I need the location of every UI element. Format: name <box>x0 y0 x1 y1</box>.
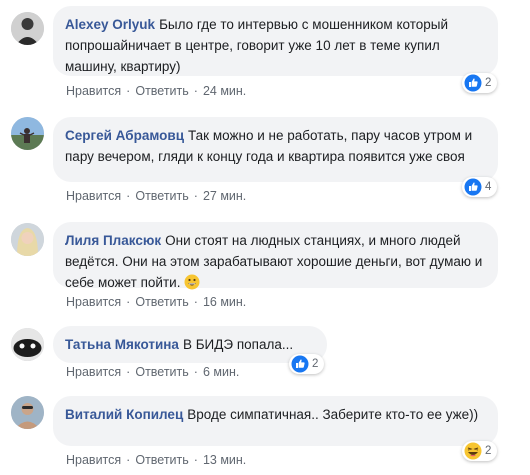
comment-time[interactable]: 16 мин. <box>203 295 246 309</box>
separator: · <box>193 365 198 379</box>
comment-author[interactable]: Alexey Orlyuk <box>65 17 155 32</box>
separator: · <box>126 189 131 203</box>
avatar[interactable] <box>11 328 44 361</box>
avatar-image <box>11 12 44 45</box>
separator: · <box>193 295 198 309</box>
like-icon <box>291 355 309 373</box>
reply-button[interactable]: Ответить <box>135 295 188 309</box>
like-icon <box>464 74 482 92</box>
comment-time[interactable]: 24 мин. <box>203 84 246 98</box>
avatar[interactable] <box>11 12 44 45</box>
reply-button[interactable]: Ответить <box>135 365 188 379</box>
comment-author[interactable]: Сергей Абрамовц <box>65 128 184 143</box>
comment-bubble: Лиля Плаксюк Они стоят на людных станциях… <box>53 222 498 290</box>
like-button[interactable]: Нравится <box>66 295 121 309</box>
avatar-image <box>11 117 44 150</box>
avatar-image <box>11 396 44 429</box>
avatar-image <box>11 328 44 361</box>
separator: · <box>126 453 131 467</box>
comment-actions: Нравится · Ответить · 27 мин. <box>66 189 246 203</box>
reaction-count: 2 <box>485 445 492 457</box>
like-icon <box>464 178 482 196</box>
comment-author[interactable]: Виталий Копилец <box>65 407 183 422</box>
comment-actions: Нравится · Ответить · 13 мин. <box>66 453 246 467</box>
reaction-badge[interactable]: 2 <box>462 441 498 461</box>
reply-button[interactable]: Ответить <box>135 189 188 203</box>
reply-button[interactable]: Ответить <box>135 453 188 467</box>
reaction-count: 2 <box>485 77 492 89</box>
reaction-badge[interactable]: 2 <box>289 354 325 374</box>
grinning-emoji-icon <box>184 274 200 290</box>
comment-bubble: Сергей Абрамовц Так можно и не работать, … <box>53 117 498 182</box>
comment-bubble: Виталий Копилец Вроде симпатичная.. Забер… <box>53 396 498 446</box>
like-button[interactable]: Нравится <box>66 84 121 98</box>
separator: · <box>126 84 131 98</box>
comment-author[interactable]: Лиля Плаксюк <box>65 233 161 248</box>
separator: · <box>193 453 198 467</box>
avatar[interactable] <box>11 223 44 256</box>
avatar-image <box>11 223 44 256</box>
comment-text: Вроде симпатичная.. Заберите кто-то ее у… <box>187 407 479 422</box>
separator: · <box>126 365 131 379</box>
like-button[interactable]: Нравится <box>66 365 121 379</box>
comment-text: В БИДЭ попала... <box>182 337 294 352</box>
comment-author[interactable]: Татьна Мякотина <box>65 337 179 352</box>
comment-actions: Нравится · Ответить · 16 мин. <box>66 295 246 309</box>
separator: · <box>193 84 198 98</box>
like-button[interactable]: Нравится <box>66 189 121 203</box>
comment-time[interactable]: 13 мин. <box>203 453 246 467</box>
reply-button[interactable]: Ответить <box>135 84 188 98</box>
comment-time[interactable]: 27 мин. <box>203 189 246 203</box>
comment-actions: Нравится · Ответить · 24 мин. <box>66 84 246 98</box>
comment-actions: Нравится · Ответить · 6 мин. <box>66 365 239 379</box>
separator: · <box>193 189 198 203</box>
haha-icon <box>464 442 482 460</box>
reaction-badge[interactable]: 4 <box>462 177 498 197</box>
comment-bubble: Татьна Мякотина В БИДЭ попала... <box>53 326 327 363</box>
reaction-count: 4 <box>485 181 492 193</box>
avatar[interactable] <box>11 117 44 150</box>
comment-bubble: Alexey Orlyuk Было где то интервью с моше… <box>53 6 498 76</box>
reaction-badge[interactable]: 2 <box>462 73 498 93</box>
like-button[interactable]: Нравится <box>66 453 121 467</box>
separator: · <box>126 295 131 309</box>
reaction-count: 2 <box>312 358 319 370</box>
comment-time[interactable]: 6 мин. <box>203 365 239 379</box>
avatar[interactable] <box>11 396 44 429</box>
